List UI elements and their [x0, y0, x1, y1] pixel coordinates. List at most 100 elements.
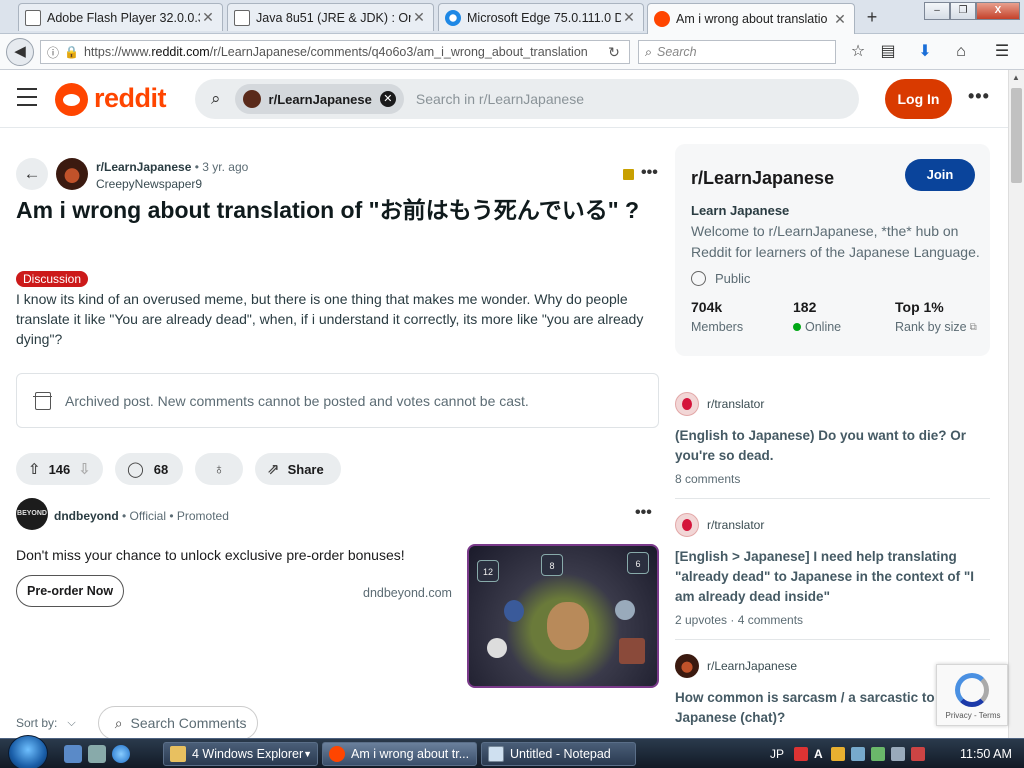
chevron-down-icon[interactable]: ⌵ — [67, 717, 75, 730]
post-author[interactable]: CreepyNewspaper9 — [96, 177, 202, 191]
clear-chip-icon[interactable]: ✕ — [379, 91, 396, 107]
browser-back-button[interactable]: ◀ — [6, 38, 34, 66]
related-post[interactable]: r/translator [English > Japanese] I need… — [675, 513, 990, 640]
related-title[interactable]: [English > Japanese] I need help transla… — [675, 547, 990, 607]
chevron-down-icon[interactable]: ▼ — [303, 749, 312, 759]
network-icon[interactable] — [870, 747, 885, 761]
award-button[interactable]: ♁ — [195, 453, 243, 485]
related-meta: 8 comments — [675, 472, 741, 486]
start-button[interactable] — [8, 735, 48, 768]
downvote-icon[interactable]: ⇩ — [78, 460, 91, 478]
minimize-button[interactable]: – — [924, 2, 950, 20]
window-controls: – ❐ X — [924, 2, 1020, 20]
taskbar-windows-explorer[interactable]: 4 Windows Explorer ▼ — [163, 742, 318, 766]
switch-windows-icon[interactable] — [88, 745, 106, 763]
ime-mode[interactable]: A — [814, 747, 823, 761]
promo-text: Don't miss your chance to unlock exclusi… — [16, 547, 405, 563]
info-icon[interactable]: ⓘ — [47, 44, 59, 61]
external-link-icon[interactable]: ⧉ — [970, 322, 977, 333]
advertiser-avatar[interactable]: BEYOND — [16, 498, 48, 530]
recaptcha-badge[interactable]: Privacy - Terms — [936, 664, 1008, 726]
subreddit-avatar[interactable] — [675, 513, 699, 537]
close-icon[interactable]: ✕ — [200, 9, 216, 26]
subreddit-avatar[interactable] — [675, 654, 699, 678]
online-stat: 182 Online — [793, 299, 842, 334]
post-subreddit[interactable]: r/LearnJapanese • 3 yr. ago — [96, 160, 248, 174]
related-subreddit[interactable]: r/translator — [707, 518, 764, 532]
related-title[interactable]: How common is sarcasm / a sarcastic to J… — [675, 688, 935, 728]
globe-icon — [691, 271, 706, 286]
search-comments-input[interactable]: ⌕ Search Comments — [97, 706, 258, 740]
sort-label[interactable]: Sort by: — [16, 716, 57, 730]
promo-image[interactable]: 12 8 6 — [467, 544, 659, 688]
url-bar[interactable]: ⓘ 🔒 https://www.reddit.com/r/LearnJapane… — [40, 40, 630, 64]
close-icon[interactable]: ✕ — [411, 9, 427, 26]
close-icon[interactable]: ✕ — [621, 9, 637, 26]
post-flair[interactable]: Discussion — [16, 271, 89, 287]
taskbar-firefox[interactable]: Am i wrong about tr... — [322, 742, 477, 766]
related-post[interactable]: r/translator (English to Japanese) Do yo… — [675, 392, 990, 499]
tab-reddit[interactable]: Am i wrong about translatio ✕ — [647, 3, 855, 34]
taskbar-clock[interactable]: 11:50 AM — [960, 747, 1012, 761]
browser-tab-bar: Adobe Flash Player 32.0.0.37 ✕ Java 8u51… — [0, 0, 1024, 34]
internet-explorer-icon[interactable] — [112, 745, 130, 763]
reddit-icon — [654, 11, 670, 27]
comment-count: 68 — [153, 461, 169, 477]
reddit-logo-text[interactable]: reddit — [94, 83, 167, 114]
menu-icon[interactable]: ☰ — [991, 42, 1013, 62]
upvote-icon[interactable]: ⇧ — [28, 460, 41, 478]
subreddit-avatar[interactable] — [56, 158, 88, 190]
community-visibility: Public — [691, 271, 750, 286]
language-indicator[interactable]: JP — [770, 747, 784, 761]
tab-edge[interactable]: Microsoft Edge 75.0.111.0 D ✕ — [438, 3, 644, 31]
ime-icon[interactable] — [794, 747, 809, 761]
share-button[interactable]: ⇗ Share — [255, 453, 341, 485]
taskbar-notepad[interactable]: Untitled - Notepad — [481, 742, 636, 766]
download-icon[interactable]: ⬇ — [914, 42, 936, 62]
search-input[interactable]: Search in r/LearnJapanese — [416, 91, 584, 107]
volume-icon[interactable] — [910, 747, 925, 761]
post-more-icon[interactable]: ••• — [641, 164, 658, 182]
home-icon[interactable]: ⌂ — [950, 42, 972, 62]
close-window-button[interactable]: X — [976, 2, 1020, 20]
scroll-up-icon[interactable]: ▲ — [1012, 73, 1020, 82]
character-portrait — [547, 602, 589, 650]
browser-search-bar[interactable]: ⌕ Search — [638, 40, 836, 64]
page-scrollbar[interactable]: ▲ — [1008, 70, 1024, 738]
shield-icon[interactable] — [830, 747, 845, 761]
lock-icon[interactable]: 🔒 — [64, 45, 79, 59]
recaptcha-links[interactable]: Privacy - Terms — [937, 711, 1009, 720]
related-subreddit[interactable]: r/translator — [707, 397, 764, 411]
scrollbar-thumb[interactable] — [1011, 88, 1022, 183]
maximize-button[interactable]: ❐ — [950, 2, 976, 20]
reload-icon[interactable]: ↻ — [605, 44, 623, 61]
save-icon[interactable] — [623, 169, 634, 180]
comments-button[interactable]: ◯ 68 — [115, 453, 183, 485]
tab-java[interactable]: Java 8u51 (JRE & JDK) : Orac ✕ — [227, 3, 434, 31]
new-tab-button[interactable]: + — [860, 6, 884, 28]
promo-domain[interactable]: dndbeyond.com — [363, 586, 452, 600]
show-desktop-icon[interactable] — [64, 745, 82, 763]
reddit-search-bar[interactable]: ⌕ r/LearnJapanese ✕ Search in r/LearnJap… — [195, 79, 859, 119]
chip-label: r/LearnJapanese — [268, 91, 372, 107]
tab-adobe-flash[interactable]: Adobe Flash Player 32.0.0.37 ✕ — [18, 3, 223, 31]
display-icon[interactable] — [890, 747, 905, 761]
library-icon[interactable]: ▤ — [877, 42, 899, 62]
flag-icon[interactable] — [850, 747, 865, 761]
close-icon[interactable]: ✕ — [832, 11, 848, 28]
related-subreddit[interactable]: r/LearnJapanese — [707, 659, 797, 673]
join-button[interactable]: Join — [905, 159, 975, 191]
community-title[interactable]: r/LearnJapanese — [691, 168, 834, 189]
subreddit-avatar[interactable] — [675, 392, 699, 416]
related-title[interactable]: (English to Japanese) Do you want to die… — [675, 426, 990, 466]
promo-more-icon[interactable]: ••• — [635, 504, 652, 522]
preorder-button[interactable]: Pre-order Now — [16, 575, 125, 607]
bookmark-star-icon[interactable]: ☆ — [847, 42, 869, 62]
hamburger-menu-icon[interactable] — [17, 88, 37, 112]
online-dot-icon — [793, 323, 801, 331]
login-button[interactable]: Log In — [885, 79, 952, 119]
reddit-logo-icon[interactable] — [55, 83, 88, 116]
back-arrow-icon[interactable]: ← — [16, 158, 48, 190]
url-text[interactable]: https://www.reddit.com/r/LearnJapanese/c… — [84, 45, 605, 59]
more-options-icon[interactable]: ••• — [968, 86, 990, 107]
